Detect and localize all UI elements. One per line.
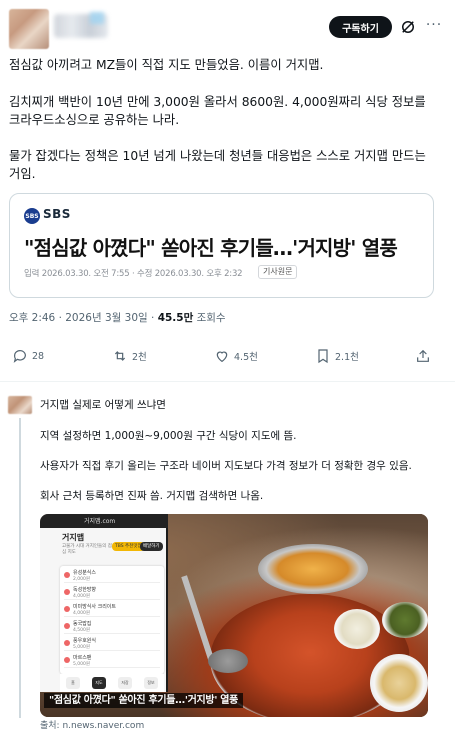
phone-chip: 배달하기 bbox=[140, 542, 163, 551]
post-text-line: 크라우드소싱으로 공유하는 나라. bbox=[9, 113, 180, 127]
list-item-price: 4,000원 bbox=[73, 594, 91, 599]
list-item-price: 5,000원 bbox=[73, 645, 91, 650]
list-item: 마르스팬 5,000원 bbox=[64, 653, 160, 668]
side-dish-image bbox=[370, 654, 428, 712]
list-item: 미미방식사 크리이트 4,000원 bbox=[64, 602, 160, 617]
reply-media-image[interactable]: 거지맵.com 거지맵 고물가 시대 거지인들의 점심 지도 TBS 추천맛집 … bbox=[40, 514, 428, 717]
card-headline: "점심값 아꼈다" 쏟아진 후기들…'거지방' 열풍 bbox=[24, 236, 398, 260]
phone-app-title: 거지맵 bbox=[62, 533, 85, 542]
link-preview-card[interactable]: SBS SBS "점심값 아꼈다" 쏟아진 후기들…'거지방' 열풍 입력 20… bbox=[9, 193, 434, 298]
post-meta: 오후 2:46 · 2026년 3월 30일 · 45.5만 조회수 bbox=[9, 310, 226, 325]
like-button[interactable]: 4.5천 bbox=[214, 348, 258, 364]
pin-icon bbox=[64, 657, 70, 663]
post-timestamp[interactable]: 오후 2:46 · 2026년 3월 30일 · bbox=[9, 312, 158, 324]
post-paragraph-3: 물가 잡겠다는 정책은 10년 넘게 나왔는데 청년들 대응법은 스스로 거지맵… bbox=[9, 147, 444, 183]
list-item-name: 마르스팬 bbox=[73, 655, 92, 661]
pin-icon bbox=[64, 572, 70, 578]
pin-icon bbox=[64, 623, 70, 629]
divider bbox=[0, 381, 455, 382]
phone-nav-item: 홈 bbox=[66, 677, 80, 689]
ladle-image bbox=[208, 649, 248, 673]
reply-icon bbox=[13, 350, 26, 363]
post-text-line: 김치찌개 백반이 10년 만에 3,000원 올라서 8600원. 4,000원… bbox=[9, 95, 426, 109]
bookmark-button[interactable]: 2.1천 bbox=[315, 348, 359, 364]
reply-count: 28 bbox=[32, 350, 45, 362]
list-item-price: 2,000원 bbox=[73, 577, 91, 582]
phone-bottom-nav: 홈 지도 저장 정보 bbox=[60, 674, 164, 692]
phone-status-bar: 거지맵.com bbox=[40, 514, 168, 528]
pin-icon bbox=[64, 640, 70, 646]
bookmark-icon bbox=[318, 349, 328, 364]
post-text-line: 거임. bbox=[9, 167, 36, 181]
list-item-name: 미미방식사 크리이트 bbox=[73, 604, 116, 610]
reply-line: 지역 설정하면 1,000원~9,000원 구간 식당이 지도에 뜸. bbox=[40, 430, 297, 442]
list-item: 동국밥집 4,500원 bbox=[64, 619, 160, 634]
reply-line: 회사 근처 등록하면 진짜 씀. 거지맵 검색하면 나옴. bbox=[40, 490, 264, 502]
list-item-name: 동국밥집 bbox=[73, 621, 92, 627]
post-header: 구독하기 ··· bbox=[0, 0, 455, 56]
pin-icon bbox=[64, 589, 70, 595]
list-item-name: 풍우호원식 bbox=[73, 638, 97, 644]
phone-screenshot: 거지맵.com 거지맵 고물가 시대 거지인들의 점심 지도 TBS 추천맛집 … bbox=[40, 514, 168, 692]
source-name: SBS bbox=[43, 207, 71, 221]
phone-nav-item: 저장 bbox=[118, 677, 132, 689]
grok-icon[interactable] bbox=[399, 18, 417, 36]
more-options-icon[interactable]: ··· bbox=[425, 18, 443, 36]
phone-url: 거지맵.com bbox=[84, 518, 116, 525]
thread-line bbox=[19, 418, 21, 718]
list-item-price: 4,000원 bbox=[73, 611, 91, 616]
list-item-name: 유성분식스 bbox=[73, 570, 97, 576]
repost-button[interactable]: 2천 bbox=[112, 348, 147, 364]
media-caption: "점심값 아꼈다" 쏟아진 후기들…'거지방' 열풍 bbox=[44, 693, 244, 708]
list-item: 독성한방향 4,000원 bbox=[64, 585, 160, 600]
post-text-line: 점심값 아끼려고 MZ들이 직접 지도 만들었음. 이름이 거지맵. bbox=[9, 58, 324, 72]
action-bar: 28 2천 4.5천 2.1천 bbox=[0, 342, 455, 372]
like-count: 4.5천 bbox=[234, 352, 258, 363]
reply-line: 거지맵 실제로 어떻게 쓰냐면 bbox=[40, 399, 166, 411]
pin-icon bbox=[64, 606, 70, 612]
post-text-line: 물가 잡겠다는 정책은 10년 넘게 나왔는데 청년들 대응법은 스스로 거지맵… bbox=[9, 149, 426, 163]
phone-app-subtitle: 고물가 시대 거지인들의 점심 지도 bbox=[62, 544, 112, 555]
repost-count: 2천 bbox=[132, 352, 147, 363]
heart-icon bbox=[216, 351, 228, 363]
sbs-logo-icon: SBS bbox=[24, 208, 40, 224]
view-count: 45.5만 bbox=[157, 312, 194, 324]
reply-avatar[interactable] bbox=[8, 396, 32, 414]
card-meta: 입력 2026.03.30. 오전 7:55 · 수정 2026.03.30. … bbox=[24, 269, 243, 279]
list-item: 유성분식스 2,000원 bbox=[64, 568, 160, 583]
post-paragraph-2: 김치찌개 백반이 10년 만에 3,000원 올라서 8600원. 4,000원… bbox=[9, 93, 444, 129]
reply-button[interactable]: 28 bbox=[12, 348, 44, 364]
list-item: 풍우호원식 5,000원 bbox=[64, 636, 160, 651]
share-button[interactable] bbox=[415, 348, 435, 364]
phone-restaurant-list: 유성분식스 2,000원 독성한방향 4,000원 미미방식사 크리이트 4,0… bbox=[60, 566, 164, 674]
phone-nav-item: 지도 bbox=[92, 677, 106, 689]
avatar[interactable] bbox=[9, 9, 49, 49]
reply-line: 사용자가 직접 후기 올리는 구조라 네이버 지도보다 가격 정보가 더 정확한… bbox=[40, 460, 412, 472]
subscribe-button[interactable]: 구독하기 bbox=[329, 16, 392, 38]
side-dish-image bbox=[334, 609, 380, 649]
list-item-name: 독성한방향 bbox=[73, 587, 97, 593]
phone-nav-item: 정보 bbox=[144, 677, 158, 689]
post-paragraph-1: 점심값 아끼려고 MZ들이 직접 지도 만들었음. 이름이 거지맵. bbox=[9, 56, 444, 74]
view-count-label: 조회수 bbox=[193, 312, 226, 324]
original-article-badge[interactable]: 기사원문 bbox=[258, 265, 298, 279]
repost-icon bbox=[114, 351, 126, 361]
list-item-price: 5,000원 bbox=[73, 662, 91, 667]
list-item-price: 4,500원 bbox=[73, 628, 91, 633]
noodle-bowl-image bbox=[258, 544, 368, 594]
share-icon bbox=[417, 349, 429, 362]
bookmark-count: 2.1천 bbox=[335, 352, 359, 363]
media-source[interactable]: 출처: n.news.naver.com bbox=[40, 718, 144, 729]
side-dish-image bbox=[382, 602, 428, 638]
verified-badge-redacted bbox=[90, 12, 104, 24]
